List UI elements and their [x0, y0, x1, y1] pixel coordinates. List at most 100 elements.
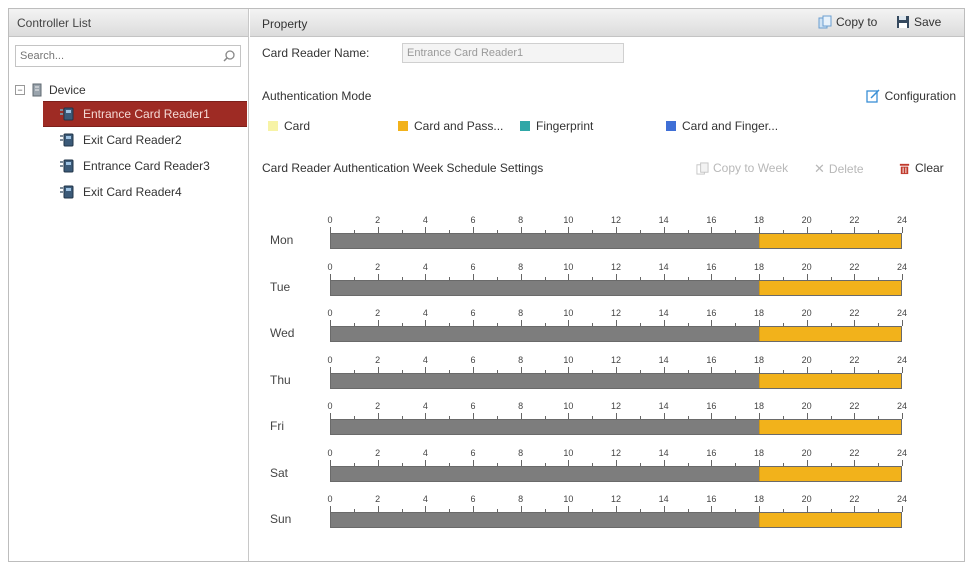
copy-to-week-label: Copy to Week — [713, 161, 789, 175]
schedule-bar[interactable] — [330, 326, 902, 342]
property-title: Property — [262, 17, 308, 31]
trash-icon — [899, 163, 910, 174]
schedule-bar[interactable] — [330, 372, 902, 389]
delete-label: Delete — [828, 162, 864, 176]
property-panel: Property Copy to Save Card Reader Name: … — [250, 9, 964, 561]
hour-tick-label: 16 — [706, 215, 717, 225]
day-label: Mon — [270, 233, 294, 247]
hour-tick-label: 20 — [801, 401, 812, 411]
hour-tick-label: 24 — [896, 261, 908, 272]
close-icon: ✕ — [814, 161, 825, 176]
search-icon[interactable] — [222, 49, 236, 63]
configuration-button[interactable]: Configuration — [865, 89, 956, 103]
hour-tick-label: 14 — [658, 401, 669, 411]
schedule-segment[interactable] — [758, 466, 901, 481]
hour-tick-label: 18 — [753, 401, 765, 411]
schedule-bar[interactable] — [330, 419, 902, 435]
tree-item-card-reader[interactable]: Exit Card Reader4 — [15, 179, 247, 205]
clear-button[interactable]: Clear — [898, 161, 944, 175]
hour-tick-label: 2 — [375, 494, 381, 504]
tree-items: Entrance Card Reader1 Exit Card Reader2 En… — [15, 101, 247, 205]
legend-card-and-fingerprint[interactable]: Card and Finger... — [666, 119, 778, 133]
hour-tick-label: 6 — [470, 261, 476, 272]
hour-tick-label: 22 — [849, 401, 860, 411]
legend-label: Fingerprint — [536, 119, 594, 133]
tree-root-label: Device — [49, 83, 86, 97]
legend-card[interactable]: Card — [268, 119, 310, 133]
hour-tick-label: 10 — [563, 261, 574, 272]
hour-tick-label: 6 — [470, 354, 476, 365]
delete-button[interactable]: ✕ Delete — [814, 161, 864, 177]
hour-tick-label: 18 — [753, 261, 765, 272]
schedule-segment[interactable] — [758, 373, 901, 388]
hour-tick-mark — [902, 227, 903, 233]
schedule-bar[interactable] — [330, 233, 902, 249]
save-button[interactable]: Save — [896, 15, 941, 29]
hour-tick-label: 24 — [896, 494, 908, 504]
legend-label: Card — [284, 119, 311, 133]
copy-to-button[interactable]: Copy to — [818, 15, 877, 29]
schedule-day-row: Thu 0 2 4 6 8 10 12 14 16 18 20 22 24 — [250, 355, 964, 402]
hour-tick-label: 2 — [375, 215, 381, 225]
day-label: Sun — [270, 512, 292, 526]
hour-tick-label: 10 — [563, 215, 574, 225]
legend-swatch — [268, 121, 278, 131]
hour-tick-label: 24 — [896, 308, 908, 318]
hour-tick-label: 8 — [518, 308, 524, 318]
controller-list-panel: Controller List − Device Entrance Card R… — [9, 9, 249, 561]
schedule-segment[interactable] — [758, 513, 901, 527]
hour-tick-label: 14 — [658, 261, 669, 272]
schedule-segment[interactable] — [758, 420, 901, 434]
schedule-segment[interactable] — [758, 327, 901, 341]
auth-mode-legend: Card Card and Pass... Fingerprint Card a… — [268, 119, 958, 135]
schedule-segment[interactable] — [758, 280, 901, 295]
card-reader-name-field[interactable]: Entrance Card Reader1 — [402, 43, 624, 63]
property-header: Property Copy to Save — [250, 9, 964, 37]
tree-item-label: Entrance Card Reader3 — [83, 159, 210, 173]
hour-tick-label: 24 — [896, 401, 908, 411]
week-schedule: Mon 0 2 4 6 8 10 12 14 16 18 20 22 24 Tue 0 2 4 6 8 10 12 14 16… — [250, 215, 964, 541]
copy-to-label: Copy to — [836, 15, 878, 29]
search-box[interactable] — [15, 45, 241, 67]
tree-root-device[interactable]: − Device — [15, 79, 247, 101]
copy-to-week-button[interactable]: Copy to Week — [696, 161, 788, 175]
hour-tick-label: 20 — [801, 354, 812, 365]
collapse-icon[interactable]: − — [15, 85, 25, 95]
day-label: Thu — [270, 372, 291, 387]
schedule-bar[interactable] — [330, 512, 902, 528]
hour-tick-label: 22 — [849, 354, 860, 365]
card-reader-name-label: Card Reader Name: — [262, 46, 370, 60]
hour-tick-label: 6 — [470, 494, 476, 504]
hour-tick-label: 20 — [801, 447, 812, 458]
hour-tick-label: 4 — [422, 261, 428, 272]
schedule-bar[interactable] — [330, 465, 902, 482]
hour-tick-label: 22 — [849, 261, 860, 272]
hour-tick-label: 4 — [422, 447, 428, 458]
hour-tick-label: 2 — [375, 447, 381, 458]
hour-tick-label: 14 — [658, 447, 669, 458]
hour-tick-label: 16 — [706, 354, 717, 365]
search-input[interactable] — [16, 46, 212, 66]
day-label: Fri — [270, 419, 284, 433]
card-reader-icon — [60, 159, 74, 173]
hour-tick-label: 0 — [327, 494, 333, 504]
tree-item-card-reader[interactable]: Exit Card Reader2 — [15, 127, 247, 153]
hour-tick-label: 0 — [327, 308, 333, 318]
legend-label: Card and Pass... — [414, 119, 504, 133]
legend-card-and-password[interactable]: Card and Pass... — [398, 119, 503, 133]
hour-tick-label: 14 — [658, 308, 669, 318]
legend-fingerprint[interactable]: Fingerprint — [520, 119, 593, 133]
schedule-segment[interactable] — [758, 234, 901, 248]
tree-item-card-reader[interactable]: Entrance Card Reader1 — [43, 101, 247, 127]
hour-tick-mark — [902, 320, 903, 326]
hour-tick-label: 2 — [375, 401, 381, 411]
hour-tick-mark — [902, 413, 903, 419]
tree-item-card-reader[interactable]: Entrance Card Reader3 — [15, 153, 247, 179]
configuration-label: Configuration — [884, 89, 956, 103]
hour-tick-label: 10 — [563, 401, 574, 411]
schedule-bar[interactable] — [330, 279, 902, 296]
hour-tick-label: 18 — [753, 494, 765, 504]
hour-tick-label: 20 — [801, 494, 812, 504]
hour-tick-label: 12 — [610, 494, 622, 504]
hour-tick-label: 20 — [801, 261, 812, 272]
